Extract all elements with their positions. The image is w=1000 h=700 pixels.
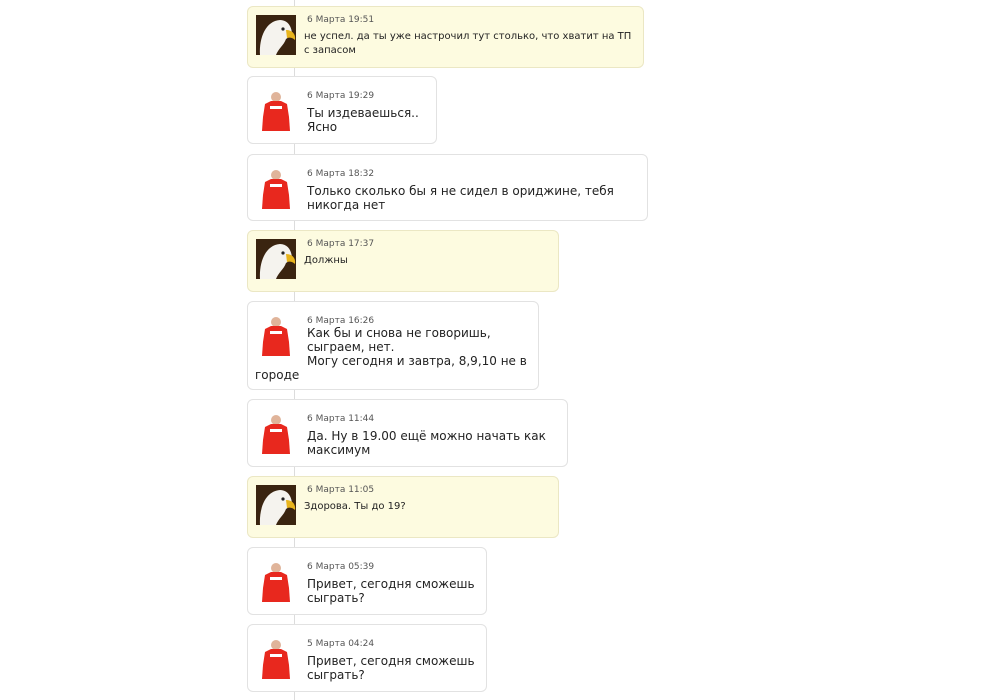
- message-item: 6 Марта 19:29 Ты издеваешься.. Ясно: [247, 76, 437, 144]
- message-timestamp: 5 Марта 04:24: [307, 639, 375, 649]
- message-item: 6 Марта 16:26 Как бы и снова не говоришь…: [247, 301, 539, 390]
- message-timestamp: 6 Марта 19:29: [307, 91, 375, 101]
- message-item: 6 Марта 11:44 Да. Ну в 19.00 ещё можно н…: [247, 399, 568, 467]
- eagle-avatar-icon[interactable]: [256, 15, 296, 55]
- message-item: 5 Марта 04:24 Привет, сегодня сможешь сы…: [247, 624, 487, 692]
- red-shirt-avatar-icon[interactable]: [256, 316, 296, 356]
- message-timestamp: 6 Марта 19:51: [307, 15, 375, 25]
- message-timestamp: 6 Марта 16:26: [307, 316, 375, 326]
- red-shirt-avatar-icon[interactable]: [256, 639, 296, 679]
- message-item: 6 Марта 18:32 Только сколько бы я не сид…: [247, 154, 648, 221]
- message-item: 6 Марта 19:51 не успел. да ты уже настро…: [247, 6, 644, 68]
- eagle-avatar-icon[interactable]: [256, 239, 296, 279]
- message-text: Только сколько бы я не сидел в ориджине,…: [307, 184, 614, 212]
- message-item: 6 Марта 11:05 Здорова. Ты до 19?: [247, 476, 559, 538]
- red-shirt-avatar-icon[interactable]: [256, 562, 296, 602]
- message-item: 6 Марта 05:39 Привет, сегодня сможешь сы…: [247, 547, 487, 615]
- message-timestamp: 6 Марта 05:39: [307, 562, 375, 572]
- eagle-avatar-icon[interactable]: [256, 485, 296, 525]
- message-item: 6 Марта 17:37 Должны: [247, 230, 559, 292]
- message-timestamp: 6 Марта 11:05: [307, 485, 375, 495]
- message-timestamp: 6 Марта 17:37: [307, 239, 375, 249]
- message-timestamp: 6 Марта 18:32: [307, 169, 375, 179]
- message-timestamp: 6 Марта 11:44: [307, 414, 375, 424]
- red-shirt-avatar-icon[interactable]: [256, 414, 296, 454]
- red-shirt-avatar-icon[interactable]: [256, 169, 296, 209]
- red-shirt-avatar-icon[interactable]: [256, 91, 296, 131]
